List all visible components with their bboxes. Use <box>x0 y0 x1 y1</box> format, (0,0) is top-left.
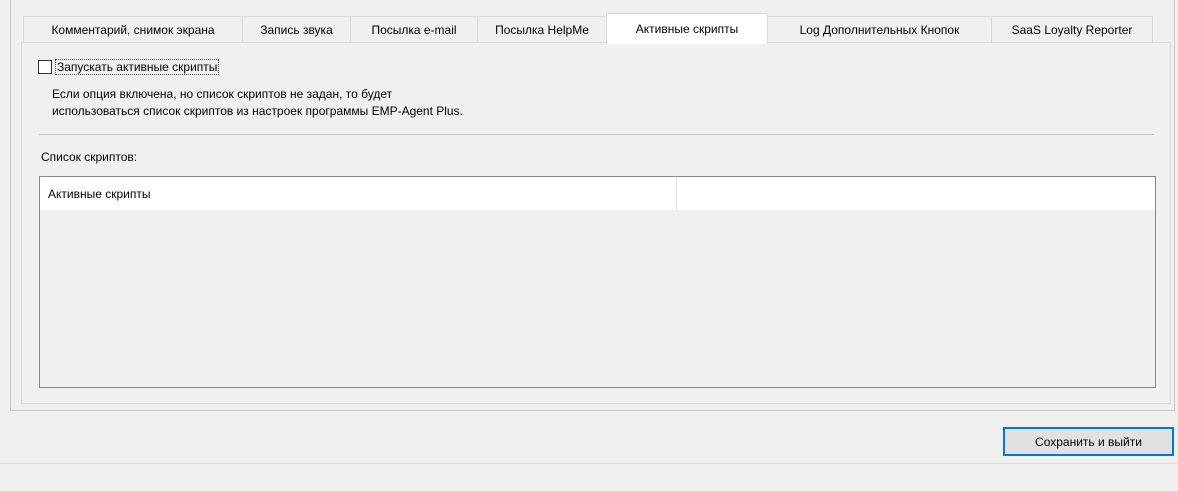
scripts-list-label: Список скриптов: <box>41 150 138 164</box>
description-line-2: использоваться список скриптов из настро… <box>52 104 463 118</box>
tab-label: Запись звука <box>260 22 333 37</box>
column-header-active-scripts[interactable]: Активные скрипты <box>40 177 677 210</box>
option-description: Если опция включена, но список скриптов … <box>52 86 463 120</box>
save-and-exit-button[interactable]: Сохранить и выйти <box>1003 427 1174 456</box>
tab-log-extra-buttons[interactable]: Log Дополнительных Кнопок <box>767 16 992 42</box>
description-line-1: Если опция включена, но список скриптов … <box>52 87 393 101</box>
tab-sound-recording[interactable]: Запись звука <box>242 16 351 42</box>
tab-label: SaaS Loyalty Reporter <box>1011 22 1133 37</box>
scripts-list[interactable]: Активные скрипты <box>39 176 1156 388</box>
footer-divider <box>0 463 1178 464</box>
tab-active-scripts[interactable]: Активные скрипты <box>606 13 768 44</box>
run-active-scripts-option[interactable]: Запускать активные скрипты <box>38 59 220 75</box>
divider <box>39 134 1154 135</box>
run-active-scripts-label[interactable]: Запускать активные скрипты <box>55 59 220 75</box>
tab-comment-screenshot[interactable]: Комментарий, снимок экрана <box>23 16 243 42</box>
column-header-empty[interactable] <box>677 177 1155 210</box>
footer-bar <box>0 412 1178 491</box>
column-header-label: Активные скрипты <box>48 186 151 201</box>
save-and-exit-label: Сохранить и выйти <box>1035 434 1142 449</box>
tab-label: Посылка e-mail <box>371 22 457 37</box>
tab-label: Активные скрипты <box>635 22 739 36</box>
list-column-header: Активные скрипты <box>40 177 1155 210</box>
tab-send-email[interactable]: Посылка e-mail <box>350 16 478 42</box>
active-scripts-panel: Запускать активные скрипты Если опция вк… <box>21 42 1171 404</box>
tab-label: Посылка HelpMe <box>495 22 589 37</box>
run-active-scripts-checkbox[interactable] <box>38 60 52 74</box>
tab-saas-loyalty-reporter[interactable]: SaaS Loyalty Reporter <box>991 16 1153 42</box>
tab-label: Комментарий, снимок экрана <box>51 22 215 37</box>
tab-send-helpme[interactable]: Посылка HelpMe <box>477 16 607 42</box>
tab-label: Log Дополнительных Кнопок <box>799 22 960 37</box>
